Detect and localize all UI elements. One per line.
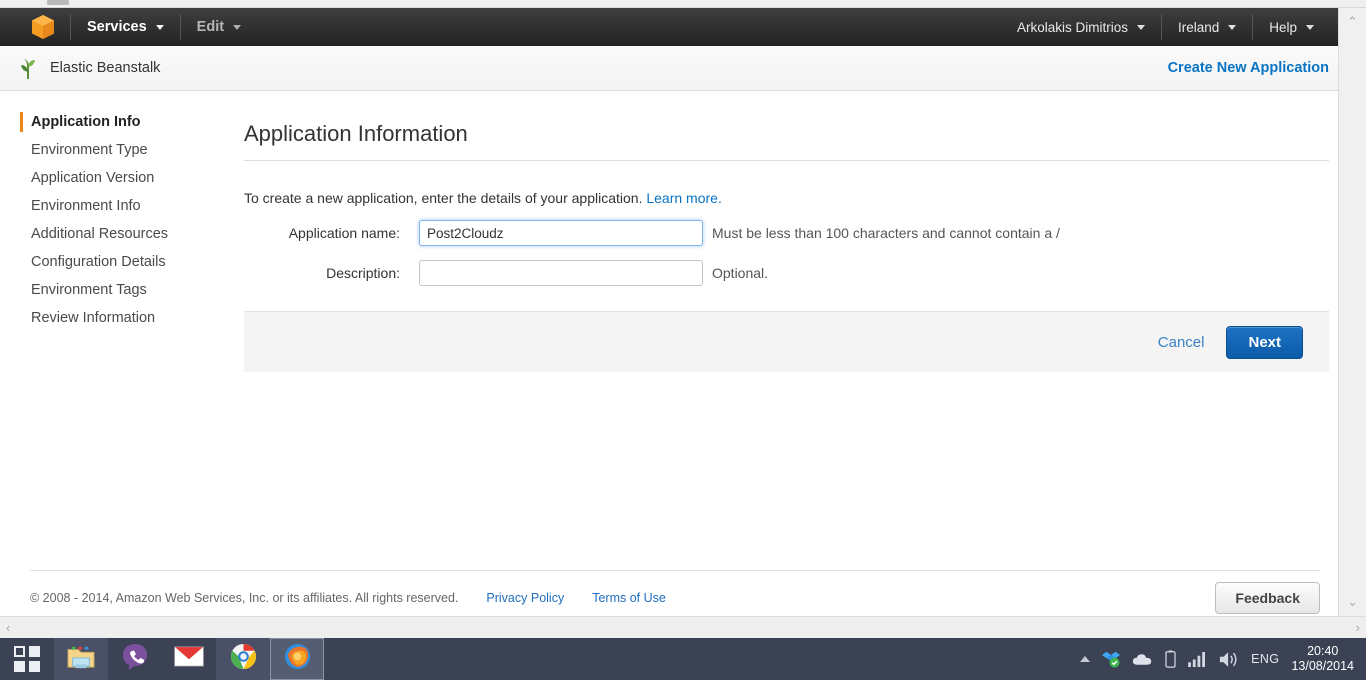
taskbar-item-chrome[interactable] [216, 638, 270, 680]
copyright-text: © 2008 - 2014, Amazon Web Services, Inc.… [30, 591, 459, 605]
help-menu-label: Help [1269, 19, 1297, 35]
account-menu-label: Arkolakis Dimitrios [1016, 19, 1128, 35]
elastic-beanstalk-icon [18, 56, 38, 80]
description-row: Description: Optional. [244, 260, 1329, 286]
taskbar-item-file-explorer[interactable] [54, 638, 108, 680]
taskbar-item-firefox[interactable] [270, 638, 324, 680]
service-header-band: Elastic Beanstalk Create New Application [0, 46, 1338, 91]
firefox-icon [284, 643, 311, 675]
clock-time: 20:40 [1307, 644, 1339, 658]
sidebar-item-environment-tags[interactable]: Environment Tags [0, 276, 224, 304]
sidebar-item-label: Configuration Details [31, 254, 166, 270]
account-menu[interactable]: Arkolakis Dimitrios [1001, 14, 1161, 40]
start-button[interactable] [0, 638, 54, 680]
scroll-down-arrow-icon[interactable]: ⌄ [1339, 594, 1366, 610]
aws-cube-icon[interactable] [30, 14, 56, 40]
scroll-right-arrow-icon[interactable]: › [1356, 620, 1360, 635]
service-title-group[interactable]: Elastic Beanstalk [18, 56, 160, 80]
cancel-button[interactable]: Cancel [1158, 334, 1205, 351]
vertical-scrollbar[interactable]: ⌃ ⌄ [1338, 8, 1366, 616]
sidebar-item-additional-resources[interactable]: Additional Resources [0, 220, 224, 248]
sidebar-item-review-information[interactable]: Review Information [0, 304, 224, 332]
scroll-left-arrow-icon[interactable]: ‹ [6, 620, 10, 635]
sidebar-item-application-version[interactable]: Application Version [0, 164, 224, 192]
sidebar-item-label: Environment Tags [31, 282, 147, 298]
sidebar-item-configuration-details[interactable]: Configuration Details [0, 248, 224, 276]
language-indicator[interactable]: ENG [1251, 652, 1279, 666]
page-body: Application Info Environment Type Applic… [0, 91, 1338, 616]
next-button[interactable]: Next [1226, 325, 1303, 359]
screen-root: Services Edit Arkolakis Dimitrios Irelan… [0, 0, 1366, 680]
battery-icon[interactable] [1165, 650, 1176, 668]
scroll-up-arrow-icon[interactable]: ⌃ [1339, 14, 1366, 30]
feedback-button[interactable]: Feedback [1215, 582, 1320, 614]
help-menu[interactable]: Help [1253, 14, 1330, 40]
onedrive-cloud-icon[interactable] [1132, 652, 1153, 667]
application-name-label: Application name: [288, 225, 400, 241]
chevron-down-icon [1306, 24, 1314, 30]
main-content: Application Information To create a new … [244, 91, 1329, 372]
service-title-label: Elastic Beanstalk [50, 60, 161, 76]
volume-icon[interactable] [1219, 651, 1239, 668]
aws-top-nav: Services Edit Arkolakis Dimitrios Irelan… [0, 8, 1338, 46]
clock[interactable]: 20:40 13/08/2014 [1291, 644, 1354, 674]
gmail-icon [174, 645, 204, 673]
system-tray: ENG 20:40 13/08/2014 [1080, 644, 1366, 674]
chevron-down-icon [233, 24, 242, 30]
learn-more-link[interactable]: Learn more. [646, 190, 721, 206]
services-menu-label: Services [87, 19, 147, 35]
chrome-icon [230, 643, 257, 675]
application-name-hint: Must be less than 100 characters and can… [712, 225, 1060, 241]
chrome-tab-nub [47, 0, 69, 5]
windows-taskbar: ENG 20:40 13/08/2014 [0, 638, 1366, 680]
sidebar-item-label: Review Information [31, 310, 156, 326]
description-label: Description: [326, 265, 400, 281]
signal-bars-icon[interactable] [1188, 651, 1207, 667]
region-menu[interactable]: Ireland [1162, 14, 1252, 40]
chevron-down-icon [155, 24, 164, 30]
sidebar-item-label: Environment Type [31, 142, 148, 158]
sidebar-item-label: Application Info [31, 114, 141, 130]
services-menu[interactable]: Services [71, 14, 180, 40]
sidebar-item-label: Application Version [31, 170, 155, 186]
clock-date: 13/08/2014 [1291, 659, 1354, 673]
up-arrow-icon[interactable] [1080, 656, 1091, 662]
browser-chrome-strip [0, 0, 1366, 8]
chevron-down-icon [1228, 24, 1237, 30]
terms-of-use-link[interactable]: Terms of Use [592, 591, 666, 605]
privacy-policy-link[interactable]: Privacy Policy [486, 591, 564, 605]
page-title: Application Information [244, 91, 1329, 161]
intro-sentence: To create a new application, enter the d… [244, 190, 643, 206]
intro-text: To create a new application, enter the d… [244, 190, 1329, 206]
sidebar-item-environment-info[interactable]: Environment Info [0, 192, 224, 220]
description-hint: Optional. [712, 265, 769, 281]
horizontal-scrollbar[interactable]: ‹ › [0, 616, 1366, 638]
sidebar-item-label: Environment Info [31, 198, 141, 214]
file-explorer-icon [66, 644, 96, 675]
edit-menu[interactable]: Edit [181, 14, 257, 40]
application-name-input[interactable] [419, 220, 703, 246]
dropbox-icon[interactable] [1102, 650, 1121, 668]
region-menu-label: Ireland [1177, 19, 1220, 35]
sidebar-item-environment-type[interactable]: Environment Type [0, 136, 224, 164]
application-name-row: Application name: Must be less than 100 … [244, 220, 1329, 246]
wizard-action-bar: Cancel Next [244, 311, 1329, 372]
wizard-sidebar: Application Info Environment Type Applic… [0, 108, 224, 332]
taskbar-item-gmail[interactable] [162, 638, 216, 680]
create-new-application-link[interactable]: Create New Application [1168, 60, 1329, 76]
edit-menu-label: Edit [196, 19, 225, 35]
windows-start-icon [14, 646, 40, 672]
sidebar-item-label: Additional Resources [31, 226, 169, 242]
description-input[interactable] [419, 260, 703, 286]
sidebar-item-application-info[interactable]: Application Info [0, 108, 224, 136]
viber-icon [122, 643, 148, 676]
chevron-down-icon [1136, 24, 1145, 30]
taskbar-item-viber[interactable] [108, 638, 162, 680]
